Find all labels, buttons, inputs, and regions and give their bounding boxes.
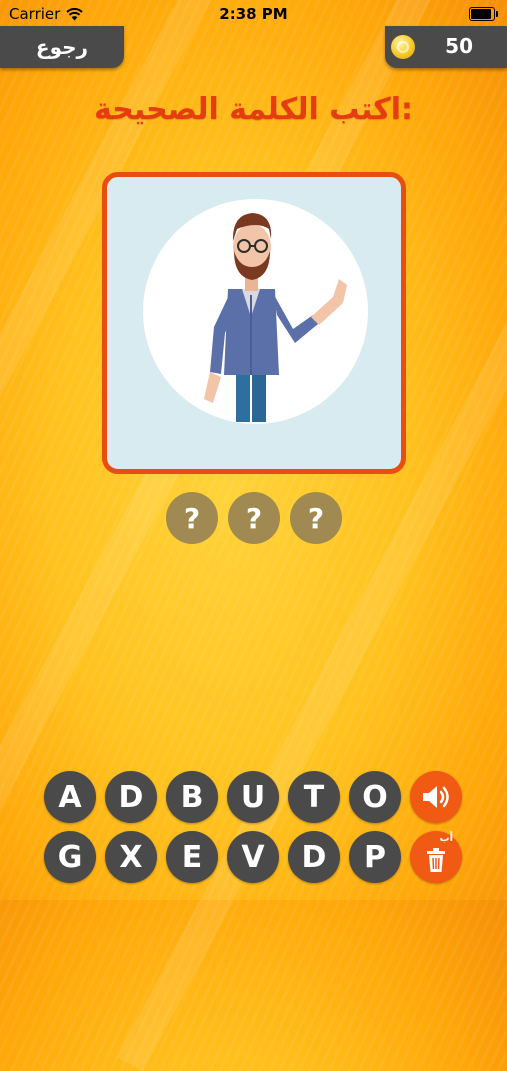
- letter-key-d[interactable]: D: [288, 831, 340, 883]
- letter-key-x[interactable]: X: [105, 831, 157, 883]
- coin-count: 50: [445, 34, 473, 58]
- letter-key-p[interactable]: P: [349, 831, 401, 883]
- letter-key-v[interactable]: V: [227, 831, 279, 883]
- letter-keyboard: A D B U T O G X E V D P أب: [44, 771, 464, 883]
- clear-button[interactable]: أب: [410, 831, 462, 883]
- back-button[interactable]: رجوع: [0, 26, 124, 68]
- battery-icon: [469, 7, 498, 21]
- letter-key-b[interactable]: B: [166, 771, 218, 823]
- letter-key-e[interactable]: E: [166, 831, 218, 883]
- answer-slot[interactable]: ?: [228, 492, 280, 544]
- letter-key-a[interactable]: A: [44, 771, 96, 823]
- back-button-label: رجوع: [35, 35, 89, 59]
- answer-slot[interactable]: ?: [166, 492, 218, 544]
- question-picture: [102, 172, 406, 474]
- page-title: اكتب الكلمة الصحيحة:: [94, 92, 413, 127]
- sound-button[interactable]: [410, 771, 462, 823]
- letter-key-t[interactable]: T: [288, 771, 340, 823]
- coins-panel[interactable]: 50: [385, 26, 507, 68]
- speaker-icon: [423, 786, 449, 808]
- coin-icon: [391, 35, 415, 59]
- status-bar: Carrier 2:38 PM: [0, 0, 507, 28]
- letter-key-g[interactable]: G: [44, 831, 96, 883]
- letter-key-d[interactable]: D: [105, 771, 157, 823]
- battery-level: [471, 9, 491, 19]
- status-time: 2:38 PM: [219, 5, 288, 23]
- man-illustration: [204, 213, 347, 422]
- trash-icon: [427, 848, 445, 872]
- answer-slot[interactable]: ?: [290, 492, 342, 544]
- clear-button-label: أب: [439, 833, 453, 844]
- letter-key-u[interactable]: U: [227, 771, 279, 823]
- letter-key-o[interactable]: O: [349, 771, 401, 823]
- answer-slots: ???: [166, 492, 342, 544]
